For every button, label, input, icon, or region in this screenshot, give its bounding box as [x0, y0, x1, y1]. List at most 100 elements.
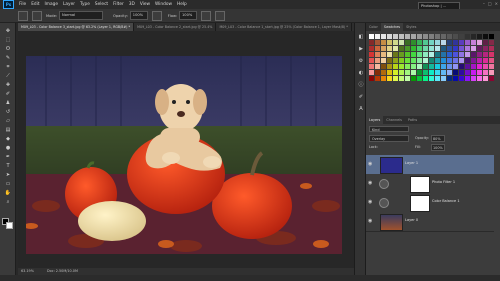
swatch[interactable] — [405, 46, 410, 51]
swatch[interactable] — [375, 46, 380, 51]
background-color-swatch[interactable] — [6, 222, 13, 229]
quick-select-icon[interactable]: ✎ — [3, 54, 13, 62]
menu-view[interactable]: View — [140, 2, 150, 7]
swatch[interactable] — [459, 70, 464, 75]
swatch[interactable] — [447, 52, 452, 57]
swatch[interactable] — [471, 58, 476, 63]
swatch[interactable] — [399, 52, 404, 57]
swatch[interactable] — [423, 70, 428, 75]
swatch[interactable] — [489, 58, 494, 63]
swatch[interactable] — [465, 70, 470, 75]
swatch[interactable] — [417, 52, 422, 57]
adjustments-panel-icon[interactable]: ◐ — [357, 69, 365, 77]
swatch[interactable] — [411, 40, 416, 45]
swatch[interactable] — [411, 70, 416, 75]
swatch[interactable] — [381, 34, 386, 39]
swatch[interactable] — [381, 58, 386, 63]
swatch[interactable] — [381, 64, 386, 69]
pen-tool-icon[interactable]: ✒ — [3, 153, 13, 161]
swatch[interactable] — [471, 40, 476, 45]
swatch[interactable] — [429, 34, 434, 39]
swatch[interactable] — [489, 76, 494, 81]
swatch[interactable] — [387, 58, 392, 63]
swatch[interactable] — [435, 40, 440, 45]
swatch[interactable] — [429, 70, 434, 75]
swatch[interactable] — [381, 70, 386, 75]
swatch[interactable] — [441, 70, 446, 75]
swatch[interactable] — [423, 58, 428, 63]
layer-row-layer1[interactable]: ◉ Layer 1 — [366, 155, 494, 175]
swatch[interactable] — [405, 52, 410, 57]
layer-row-photo-filter[interactable]: ◉ Photo Filter 1 — [366, 174, 494, 194]
zoom-level[interactable]: 63.19% — [21, 269, 34, 273]
menu-help[interactable]: Help — [177, 2, 187, 7]
swatch[interactable] — [387, 52, 392, 57]
actions-panel-icon[interactable]: ▶ — [357, 45, 365, 53]
swatch[interactable] — [477, 58, 482, 63]
swatch[interactable] — [447, 40, 452, 45]
swatch[interactable] — [417, 34, 422, 39]
swatch[interactable] — [447, 64, 452, 69]
lasso-tool-icon[interactable]: ʘ — [3, 45, 13, 53]
swatch[interactable] — [381, 52, 386, 57]
swatch[interactable] — [399, 64, 404, 69]
swatch[interactable] — [471, 76, 476, 81]
opacity-field[interactable]: 100% — [129, 11, 148, 20]
swatch[interactable] — [399, 70, 404, 75]
swatch[interactable] — [453, 34, 458, 39]
swatch[interactable] — [375, 64, 380, 69]
swatch[interactable] — [429, 52, 434, 57]
tab-channels[interactable]: Channels — [383, 116, 405, 124]
history-brush-icon[interactable]: ↺ — [3, 108, 13, 116]
layer-mask-thumbnail[interactable] — [410, 176, 430, 193]
swatch[interactable] — [399, 40, 404, 45]
layer-row-layer0[interactable]: ◉ Layer 0 — [366, 212, 494, 232]
maximize-icon[interactable]: □ — [488, 1, 492, 6]
swatch[interactable] — [465, 76, 470, 81]
swatch[interactable] — [393, 52, 398, 57]
swatch[interactable] — [375, 58, 380, 63]
marquee-tool-icon[interactable]: ⬚ — [3, 36, 13, 44]
swatch[interactable] — [471, 34, 476, 39]
swatch[interactable] — [459, 58, 464, 63]
menu-select[interactable]: Select — [95, 2, 108, 7]
swatch[interactable] — [441, 58, 446, 63]
swatch[interactable] — [393, 76, 398, 81]
swatch[interactable] — [429, 58, 434, 63]
swatch[interactable] — [453, 76, 458, 81]
move-tool-icon[interactable]: ✥ — [3, 27, 13, 35]
swatch[interactable] — [471, 46, 476, 51]
healing-brush-icon[interactable]: ✚ — [3, 81, 13, 89]
swatch[interactable] — [375, 70, 380, 75]
swatch[interactable] — [483, 58, 488, 63]
blur-tool-icon[interactable]: ◆ — [3, 135, 13, 143]
swatch[interactable] — [381, 76, 386, 81]
swatch[interactable] — [441, 40, 446, 45]
swatch[interactable] — [471, 70, 476, 75]
swatch[interactable] — [489, 64, 494, 69]
swatch[interactable] — [453, 52, 458, 57]
brush-preset-icon[interactable] — [18, 10, 28, 21]
swatch[interactable] — [369, 76, 374, 81]
swatch[interactable] — [423, 52, 428, 57]
eye-icon[interactable]: ◉ — [368, 180, 374, 186]
layer-row-color-balance[interactable]: ◉ Color Balance 1 — [366, 193, 494, 213]
swatch[interactable] — [429, 76, 434, 81]
eye-icon[interactable]: ◉ — [368, 199, 374, 205]
swatch[interactable] — [483, 76, 488, 81]
swatch[interactable] — [435, 46, 440, 51]
swatch[interactable] — [483, 64, 488, 69]
swatch[interactable] — [369, 46, 374, 51]
swatch[interactable] — [489, 40, 494, 45]
swatch[interactable] — [477, 46, 482, 51]
character-panel-icon[interactable]: A — [357, 105, 365, 113]
swatch[interactable] — [483, 52, 488, 57]
swatch[interactable] — [483, 40, 488, 45]
swatch[interactable] — [417, 40, 422, 45]
swatch[interactable] — [435, 70, 440, 75]
pressure-opacity-icon[interactable] — [151, 10, 162, 21]
crop-tool-icon[interactable]: ⌗ — [3, 63, 13, 71]
swatch[interactable] — [477, 52, 482, 57]
menu-window[interactable]: Window — [155, 2, 172, 7]
swatch[interactable] — [447, 46, 452, 51]
